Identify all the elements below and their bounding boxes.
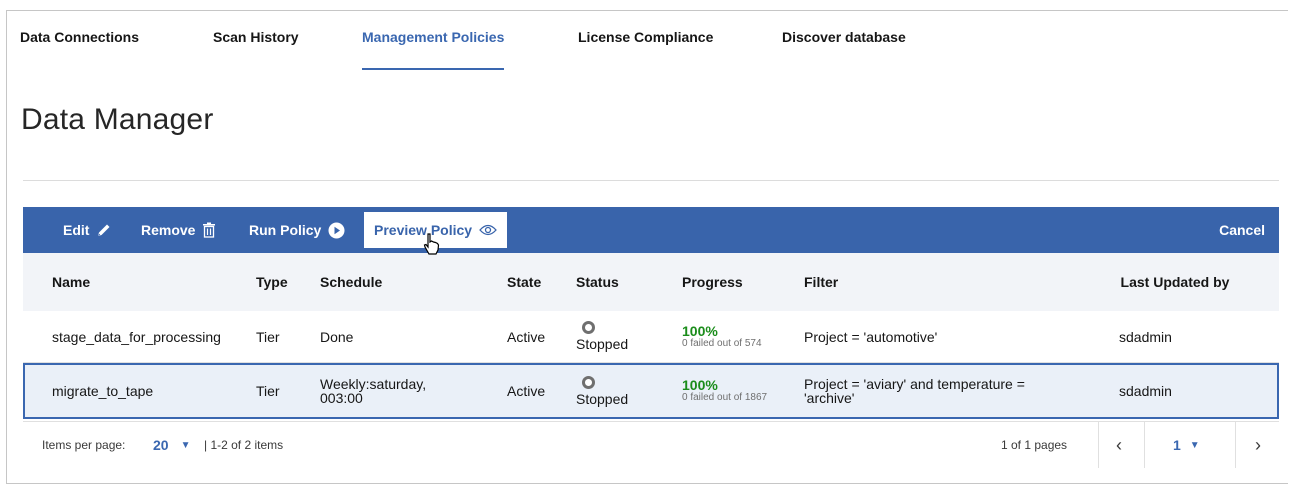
cell-progress: 100% 0 failed out of 1867 [682,365,782,417]
progress-percent: 100% [682,377,718,393]
stopped-status-icon [582,321,595,334]
policies-table: Name Type Schedule State Status Progress… [23,253,1279,419]
tab-management-policies[interactable]: Management Policies [362,28,505,72]
page-title: Data Manager [21,103,214,136]
table-row[interactable]: stage_data_for_processing Tier Done Acti… [23,311,1279,363]
tab-scan-history[interactable]: Scan History [213,28,299,72]
cell-type: Tier [256,383,280,399]
edit-label: Edit [63,222,90,238]
divider [1098,422,1099,468]
play-circle-icon [328,222,345,239]
status-text: Stopped [576,390,629,407]
hand-cursor-icon [423,233,441,260]
table-header: Name Type Schedule State Status Progress… [23,253,1279,311]
item-range: | 1-2 of 2 items [204,438,284,452]
cell-schedule: Done [320,328,354,345]
progress-percent: 100% [682,322,718,339]
divider [23,180,1279,181]
run-policy-button[interactable]: Run Policy [249,207,345,253]
pencil-icon [96,222,112,238]
cell-name: migrate_to_tape [52,383,154,399]
current-page: 1 [1173,437,1181,453]
items-per-page-label: Items per page: [42,438,126,452]
batch-action-toolbar: Edit Remove Run Policy Preview Policy Ca… [23,207,1279,253]
cell-state: Active [507,383,546,399]
tab-data-connections[interactable]: Data Connections [20,28,139,72]
page-count: 1 of 1 pages [1001,438,1068,452]
chevron-left-icon[interactable]: ‹ [1116,422,1122,468]
tab-license-compliance[interactable]: License Compliance [578,28,713,72]
cell-filter: Project = 'automotive' [804,328,938,345]
cell-name: stage_data_for_processing [52,328,221,345]
cell-state: Active [507,328,546,345]
items-per-page-value: 20 [153,437,169,453]
caret-down-icon: ▼ [180,439,191,451]
remove-label: Remove [141,222,196,238]
cell-progress: 100% 0 failed out of 574 [682,311,762,362]
divider [1235,422,1236,468]
column-header-filter[interactable]: Filter [804,253,838,311]
progress-detail: 0 failed out of 1867 [682,392,768,403]
column-header-state[interactable]: State [507,253,541,311]
column-header-name[interactable]: Name [52,253,90,311]
progress-detail: 0 failed out of 574 [682,337,762,349]
page-select[interactable]: 1 ▼ [1173,422,1200,468]
column-header-schedule[interactable]: Schedule [320,253,382,311]
tab-discover-database[interactable]: Discover database [782,28,906,72]
eye-icon [479,224,497,236]
column-header-status[interactable]: Status [576,253,619,311]
trash-icon [202,222,216,238]
cell-last-updated-by: sdadmin [1119,328,1172,345]
cell-type: Tier [256,328,280,345]
cell-status: Stopped [576,311,628,362]
column-header-last-updated-by[interactable]: Last Updated by [1115,253,1235,311]
stopped-status-icon [582,375,595,389]
divider [1144,422,1145,468]
cell-last-updated-by: sdadmin [1119,383,1172,399]
edit-button[interactable]: Edit [63,207,112,253]
items-per-page-select[interactable]: 20 ▼ [153,422,190,468]
cell-schedule: Weekly:saturday, 003:00 [320,376,427,406]
cell-filter: Project = 'aviary' and temperature = 'ar… [804,376,1025,406]
cell-status: Stopped [576,365,628,417]
chevron-right-icon[interactable]: › [1255,422,1261,468]
table-row[interactable]: migrate_to_tape Tier Weekly:saturday, 00… [23,363,1279,419]
status-text: Stopped [576,336,629,352]
caret-down-icon: ▼ [1189,439,1200,451]
cancel-button[interactable]: Cancel [1219,207,1265,253]
remove-button[interactable]: Remove [141,207,216,253]
pagination: Items per page: 20 ▼ | 1-2 of 2 items 1 … [23,421,1279,468]
run-policy-label: Run Policy [249,222,322,238]
column-header-type[interactable]: Type [256,253,288,311]
column-header-progress[interactable]: Progress [682,253,743,311]
